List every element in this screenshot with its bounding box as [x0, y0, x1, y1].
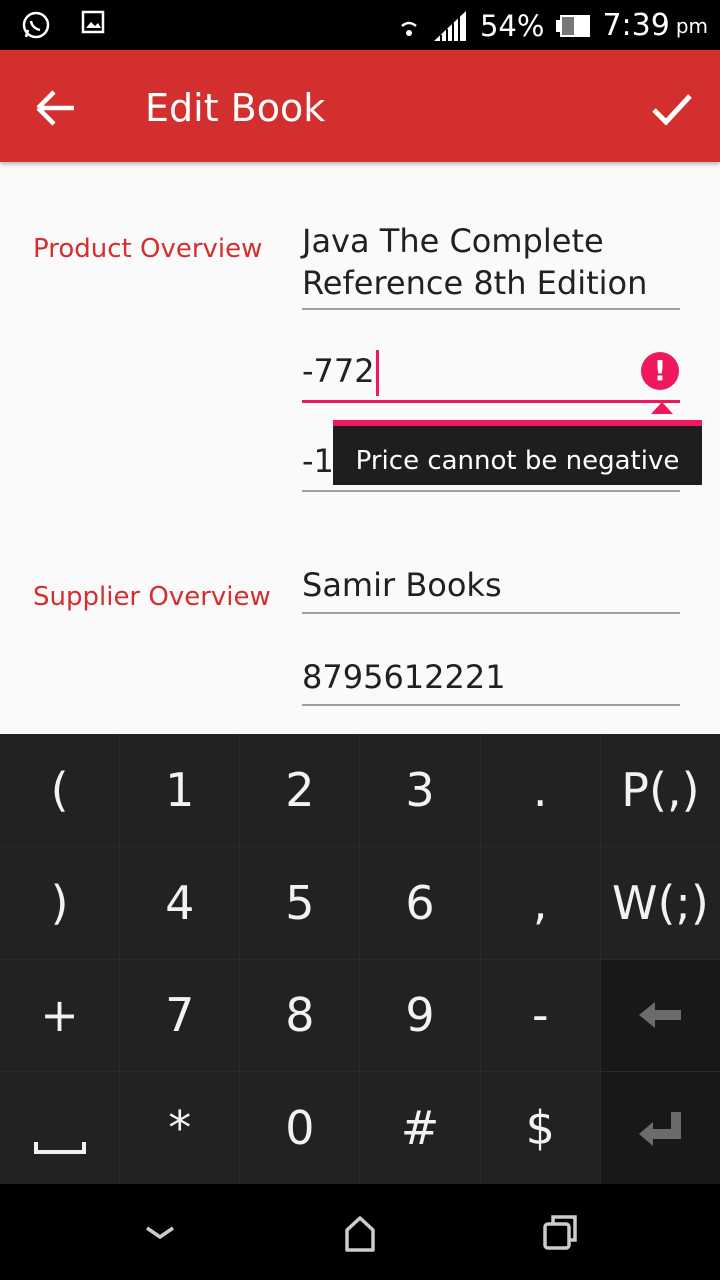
price-field[interactable]: -772: [302, 350, 680, 403]
clock-ampm: pm: [675, 13, 708, 38]
key-period[interactable]: .: [480, 734, 600, 846]
error-tooltip: Price cannot be negative: [333, 420, 702, 485]
product-name-line2: Reference 8th Edition: [302, 264, 648, 302]
key-space[interactable]: [0, 1072, 120, 1184]
key-dollar[interactable]: $: [480, 1072, 600, 1184]
supplier-phone-field[interactable]: 8795612221: [302, 656, 680, 706]
back-arrow-icon[interactable]: [34, 88, 78, 128]
page-title: Edit Book: [145, 86, 326, 130]
key-4[interactable]: 4: [120, 846, 240, 959]
product-overview-label: Product Overview: [33, 234, 263, 264]
key-minus[interactable]: -: [480, 959, 600, 1072]
key-8[interactable]: 8: [240, 959, 360, 1072]
clock: 7:39: [602, 8, 670, 43]
product-name-field[interactable]: Java The Complete Reference 8th Edition: [302, 220, 680, 310]
key-2[interactable]: 2: [240, 734, 360, 846]
key-enter[interactable]: [600, 1072, 720, 1184]
key-asterisk[interactable]: *: [120, 1072, 240, 1184]
supplier-name-field[interactable]: Samir Books: [302, 564, 680, 614]
key-9[interactable]: 9: [360, 959, 480, 1072]
key-close-paren[interactable]: ): [0, 846, 120, 959]
key-1[interactable]: 1: [120, 734, 240, 846]
image-icon: [81, 10, 105, 34]
text-cursor: [375, 350, 379, 396]
key-0[interactable]: 0: [240, 1072, 360, 1184]
battery-icon: [556, 14, 591, 37]
key-wait[interactable]: W(;): [600, 846, 720, 959]
key-pause[interactable]: P(,): [600, 734, 720, 846]
space-icon: [33, 1142, 86, 1155]
signal-icon: [433, 10, 466, 41]
key-comma[interactable]: ,: [480, 846, 600, 959]
backspace-icon: [639, 1002, 682, 1029]
key-7[interactable]: 7: [120, 959, 240, 1072]
status-bar: 54% 7:39 pm: [0, 0, 720, 50]
error-tooltip-arrow: [651, 402, 673, 414]
key-open-paren[interactable]: (: [0, 734, 120, 846]
supplier-overview-label: Supplier Overview: [33, 582, 271, 612]
supplier-phone-value: 8795612221: [302, 658, 506, 696]
enter-icon: [639, 1112, 682, 1147]
battery-percent: 54%: [479, 8, 545, 43]
wifi-icon: [401, 21, 417, 36]
supplier-name-value: Samir Books: [302, 566, 502, 604]
key-hash[interactable]: #: [360, 1072, 480, 1184]
key-plus[interactable]: +: [0, 959, 120, 1072]
product-name-line1: Java The Complete: [302, 222, 604, 260]
key-3[interactable]: 3: [360, 734, 480, 846]
key-5[interactable]: 5: [240, 846, 360, 959]
key-backspace[interactable]: [600, 959, 720, 1072]
app-bar: Edit Book: [0, 50, 720, 162]
whatsapp-icon: [22, 11, 50, 39]
numeric-keyboard: ( 1 2 3 . P(,) ) 4 5 6 , W(;) + 7 8 9 - …: [0, 734, 720, 1184]
nav-recents-icon[interactable]: [537, 1210, 583, 1256]
key-6[interactable]: 6: [360, 846, 480, 959]
check-icon[interactable]: [650, 86, 694, 130]
navigation-bar: [0, 1184, 720, 1280]
error-icon: !: [641, 352, 679, 390]
nav-back-icon[interactable]: [137, 1210, 183, 1256]
price-value: -772: [302, 352, 375, 390]
nav-home-icon[interactable]: [337, 1210, 383, 1256]
